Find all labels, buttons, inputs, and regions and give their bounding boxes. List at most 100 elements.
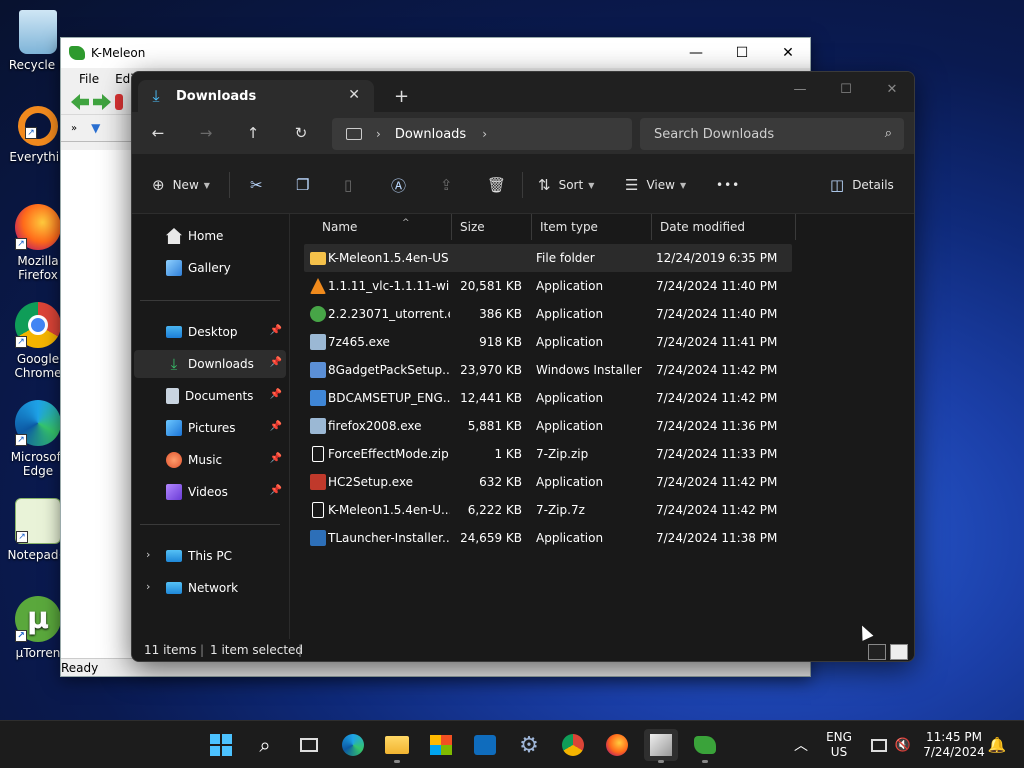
sidebar-item-this-pc[interactable]: › This PC	[134, 542, 286, 570]
sidebar-item-label: Videos	[188, 485, 228, 499]
pictures-icon	[166, 420, 182, 436]
pin-icon[interactable]: 📌	[270, 421, 282, 432]
chevron-right-icon[interactable]: ›	[146, 580, 150, 593]
sidebar-item-gallery[interactable]: Gallery	[134, 254, 286, 282]
kmeleon-menu-file[interactable]: File	[79, 72, 99, 86]
taskbar-firefox[interactable]	[600, 729, 634, 761]
start-button[interactable]	[204, 729, 238, 761]
chrome-icon: ↗	[15, 302, 61, 348]
pin-icon[interactable]: 📌	[270, 453, 282, 464]
paste-button[interactable]: ▯	[344, 176, 360, 194]
explorer-minimize-button[interactable]: —	[777, 76, 823, 102]
pin-icon[interactable]: 📌	[270, 485, 282, 496]
tab-close-icon[interactable]: ✕	[348, 87, 360, 103]
taskbar-kmeleon[interactable]	[688, 729, 722, 763]
table-row[interactable]: BDCAMSETUP_ENG... 12,441 KB Application 7/2…	[304, 384, 792, 412]
column-header-type[interactable]: Item type	[532, 214, 652, 240]
table-row[interactable]: K-Meleon1.5.4en-U... 6,222 KB 7-Zip.7z 7/24…	[304, 496, 792, 524]
details-pane-button[interactable]: ◫ Details	[830, 176, 894, 194]
download-arrow-icon[interactable]: ▼	[91, 121, 100, 135]
tiles-view-button[interactable]	[890, 644, 908, 660]
volume-tray-button[interactable]: 🔇	[886, 729, 920, 761]
sidebar-item-videos[interactable]: Videos 📌	[134, 478, 286, 506]
taskbar-chrome[interactable]	[556, 729, 590, 761]
kmeleon-maximize-button[interactable]: ☐	[719, 38, 765, 68]
everything-icon: ↗	[18, 106, 58, 146]
rename-button[interactable]: Ⓐ	[391, 176, 414, 195]
pin-icon[interactable]: 📌	[270, 389, 282, 400]
sidebar-item-downloads[interactable]: ⤓ Downloads 📌	[134, 350, 286, 378]
search-input[interactable]: Search Downloads ⌕	[640, 118, 904, 150]
column-header-date[interactable]: Date modified	[652, 214, 796, 240]
view-label: View	[646, 178, 675, 192]
new-tab-button[interactable]: +	[394, 86, 409, 107]
column-header-name[interactable]: Name ^	[314, 214, 452, 240]
explorer-maximize-button[interactable]: ☐	[823, 76, 869, 102]
kmeleon-minimize-button[interactable]: —	[673, 38, 719, 68]
utorrent-icon	[310, 306, 326, 322]
table-row[interactable]: 7z465.exe 918 KB Application 7/24/2024 11:4…	[304, 328, 792, 356]
more-options-button[interactable]: •••	[716, 176, 740, 194]
cut-button[interactable]: ✂	[250, 176, 271, 194]
taskbar-outlook[interactable]	[468, 729, 502, 761]
table-row[interactable]: K-Meleon1.5.4en-US File folder 12/24/2019 …	[304, 244, 792, 272]
table-row[interactable]: 8GadgetPackSetup.... 23,970 KB Windows Ins…	[304, 356, 792, 384]
sidebar-item-home[interactable]: Home	[134, 222, 286, 250]
cell-size: 386 KB	[479, 307, 522, 321]
toolbar-chevron[interactable]: »	[71, 123, 77, 134]
back-button[interactable]: ←	[148, 123, 168, 143]
explorer-close-button[interactable]: ✕	[869, 76, 914, 102]
chevron-right-icon[interactable]: ›	[482, 127, 487, 141]
forward-arrow-icon[interactable]	[93, 94, 111, 110]
table-row[interactable]: 2.2.23071_utorrent.e... 386 KB Application…	[304, 300, 792, 328]
sidebar-item-desktop[interactable]: Desktop 📌	[134, 318, 286, 346]
table-row[interactable]: firefox2008.exe 5,881 KB Application 7/24/2…	[304, 412, 792, 440]
sidebar-item-documents[interactable]: Documents 📌	[134, 382, 286, 410]
taskbar-settings[interactable]: ⚙	[512, 729, 546, 761]
language-indicator[interactable]: ENG US	[820, 730, 858, 760]
status-bar: 11 items | 1 item selected |	[132, 639, 914, 661]
chevron-right-icon[interactable]: ›	[376, 127, 381, 141]
new-button[interactable]: ⊕ New ▼	[152, 176, 210, 194]
search-button[interactable]: ⌕	[248, 729, 282, 761]
breadcrumb-downloads[interactable]: Downloads	[395, 127, 466, 142]
up-button[interactable]: ↑	[243, 123, 263, 143]
table-row[interactable]: ForceEffectMode.zip 1 KB 7-Zip.zip 7/24/202…	[304, 440, 792, 468]
details-view-button[interactable]	[868, 644, 886, 660]
chevron-up-icon: ︿	[794, 738, 808, 754]
sort-button[interactable]: ⇅ Sort ▼	[538, 176, 594, 194]
refresh-button[interactable]: ↻	[291, 123, 311, 143]
kmeleon-close-button[interactable]: ✕	[765, 38, 811, 68]
pin-icon[interactable]: 📌	[270, 325, 282, 336]
table-row[interactable]: 1.1.11_vlc-1.1.11-wi... 20,581 KB Applicat…	[304, 272, 792, 300]
taskbar-store[interactable]	[424, 729, 458, 761]
taskbar-app-active[interactable]	[644, 729, 678, 763]
task-view-button[interactable]	[292, 729, 326, 761]
address-bar[interactable]: › Downloads ›	[332, 118, 632, 150]
taskbar-file-explorer[interactable]	[380, 729, 414, 763]
taskbar-edge[interactable]	[336, 729, 370, 761]
bell-icon: 🔔	[987, 736, 1007, 754]
notifications-button[interactable]: 🔔	[984, 729, 1010, 761]
sidebar-item-pictures[interactable]: Pictures 📌	[134, 414, 286, 442]
clock-time: 11:45 PM	[926, 730, 982, 744]
cell-date: 12/24/2019 6:35 PM	[656, 251, 778, 265]
table-row[interactable]: HC2Setup.exe 632 KB Application 7/24/2024 1…	[304, 468, 792, 496]
pin-icon[interactable]: 📌	[270, 357, 282, 368]
view-button[interactable]: ☰ View ▼	[625, 176, 686, 194]
show-hidden-icons-button[interactable]: ︿	[784, 729, 818, 761]
back-arrow-icon[interactable]	[71, 94, 89, 110]
copy-button[interactable]: ❐	[296, 176, 317, 194]
stop-icon[interactable]	[115, 94, 123, 110]
sidebar-item-music[interactable]: Music 📌	[134, 446, 286, 474]
clock[interactable]: 11:45 PM 7/24/2024	[918, 730, 990, 760]
column-header-size[interactable]: Size	[452, 214, 532, 240]
delete-button[interactable]: 🗑	[487, 176, 514, 194]
sidebar-item-network[interactable]: › Network	[134, 574, 286, 602]
table-row[interactable]: TLauncher-Installer... 24,659 KB Applicati…	[304, 524, 792, 552]
tab-downloads[interactable]: ⤓ Downloads ✕	[138, 80, 374, 112]
forward-button[interactable]: →	[196, 123, 216, 143]
chevron-right-icon[interactable]: ›	[146, 548, 150, 561]
setup-icon	[310, 390, 326, 406]
share-button[interactable]: ⇪	[440, 176, 461, 194]
